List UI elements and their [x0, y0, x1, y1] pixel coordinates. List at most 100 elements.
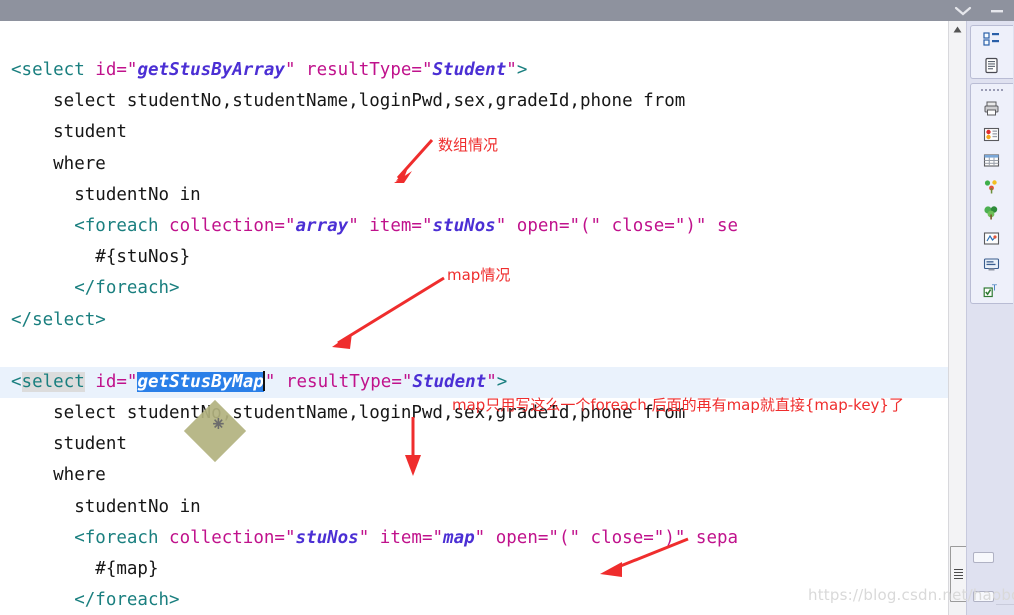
code-token-strq: " [126, 371, 138, 392]
code-line[interactable]: select studentNo,studentName,loginPwd,se… [0, 86, 948, 117]
eclipse-editor-window: <select id="getStusByArray" resultType="… [0, 0, 1014, 615]
code-token-attr: open= [485, 527, 549, 548]
code-token-plain: #{map} [11, 559, 159, 579]
code-token-strq: " [495, 215, 507, 236]
code-token-str: Student [412, 371, 487, 392]
code-token-attr: se [706, 215, 739, 236]
svg-text:T: T [991, 283, 997, 292]
code-token-strq: " [421, 60, 433, 80]
code-token-strq: " [348, 215, 359, 236]
code-token-str: stuNos [295, 527, 359, 548]
code-line[interactable]: </select> [0, 305, 948, 336]
code-token-attr: close= [601, 215, 675, 236]
code-line[interactable]: studentNo in [0, 180, 948, 211]
code-token-plain: studentNo in [11, 496, 201, 517]
code-token-strq: " [264, 371, 276, 392]
code-token-tag: > [516, 60, 528, 80]
code-line[interactable]: <select id="getStusByArray" resultType="… [0, 55, 948, 86]
code-line[interactable]: where [0, 460, 948, 491]
code-token-tag: </select> [11, 309, 106, 330]
panel-drag-handle[interactable] [971, 84, 1013, 95]
code-token-tag: > [496, 371, 508, 392]
code-token-strq: " [486, 371, 497, 392]
matching-tag-name[interactable]: select [21, 371, 85, 392]
code-token-strq: " [284, 60, 296, 80]
printer-icon[interactable] [971, 95, 1012, 121]
vertical-scrollbar[interactable] [948, 21, 967, 615]
code-token-strq: " [506, 60, 517, 80]
code-token-plain: student [11, 122, 127, 143]
code-line[interactable]: </foreach> [0, 585, 948, 615]
code-line[interactable] [0, 336, 948, 367]
code-token-plain: student [11, 434, 127, 455]
outline-view-icon[interactable] [971, 26, 1012, 52]
chevron-down-icon[interactable] [946, 0, 980, 21]
code-token-tag: <foreach [74, 527, 170, 548]
code-token-strq: " [474, 527, 486, 548]
code-token-plain: studentNo in [11, 184, 201, 205]
selected-text[interactable]: getStusByMap [137, 371, 264, 392]
ibeam-cursor-icon: ⁕ [210, 412, 227, 436]
right-side-panel: T [966, 21, 1014, 615]
scroll-up-arrow-icon[interactable] [949, 21, 966, 37]
code-token-strq: "(" [569, 215, 602, 236]
code-line[interactable]: student [0, 429, 948, 460]
tasks-view-icon[interactable]: T [971, 277, 1012, 303]
code-line[interactable]: studentNo in [0, 492, 948, 523]
rpanel-group-main: T [970, 83, 1013, 304]
code-token-attr: item= [358, 215, 422, 236]
tree-view-icon[interactable] [971, 199, 1012, 225]
code-token-tag [85, 372, 96, 392]
code-token-strq: "(" [548, 527, 581, 548]
code-token-str: map [443, 527, 475, 548]
code-editor[interactable]: <select id="getStusByArray" resultType="… [0, 21, 948, 615]
code-token-tag: </foreach> [74, 590, 180, 611]
console-view-icon[interactable] [971, 251, 1012, 277]
code-token-strq: ")" [674, 215, 707, 236]
code-line[interactable]: <foreach collection="array" item="stuNos… [0, 211, 948, 242]
document-view-icon[interactable] [971, 52, 1012, 78]
code-token-strq: " [126, 60, 138, 80]
code-token-attr: sepa [685, 527, 739, 548]
code-token-strq: " [284, 527, 296, 548]
code-token-plain: #{stuNos} [11, 247, 191, 268]
code-token-attr: collection= [169, 527, 285, 548]
window-titlebar [0, 0, 1014, 21]
code-line[interactable]: #{map} [0, 554, 948, 585]
code-token-strq: " [284, 215, 296, 236]
code-token-tag: </foreach> [74, 278, 180, 299]
code-token-tag: <select [11, 60, 96, 80]
minimize-icon[interactable] [980, 0, 1014, 21]
annotation-map-case: map情况 [447, 266, 511, 284]
code-token-attr: close= [580, 527, 654, 548]
snippets-icon[interactable] [971, 225, 1012, 251]
code-token-strq: " [401, 371, 413, 392]
annotation-array-case: 数组情况 [438, 136, 499, 154]
palette-icon[interactable] [971, 173, 1012, 199]
watermark: https://blog.csdn.net/haobo [808, 586, 1014, 604]
code-content[interactable]: <select id="getStusByArray" resultType="… [0, 21, 948, 615]
code-token-str: getStusByArray [137, 60, 285, 80]
image-view-icon[interactable] [971, 121, 1012, 147]
code-token-attr: open= [506, 215, 570, 236]
code-token-attr: id= [95, 60, 127, 80]
code-token-str: stuNos [432, 215, 496, 236]
code-token-attr: id= [95, 371, 127, 392]
code-token-attr: item= [369, 527, 433, 548]
table-view-icon[interactable] [971, 147, 1012, 173]
code-token-str: array [295, 215, 349, 236]
minimize-panel-button[interactable] [973, 552, 994, 563]
code-token-str: Student [432, 60, 507, 80]
code-token-tag: <foreach [74, 215, 170, 236]
code-token-attr: collection= [169, 215, 285, 236]
code-line[interactable]: <foreach collection="stuNos" item="map" … [0, 523, 948, 554]
code-token-plain: select studentNo,studentName,loginPwd,se… [11, 91, 686, 112]
code-token-strq: " [358, 527, 370, 548]
code-token-attr: resultType= [295, 60, 422, 80]
panel-corner-divider [996, 604, 1014, 605]
scrollbar-grip-icon [954, 567, 963, 581]
